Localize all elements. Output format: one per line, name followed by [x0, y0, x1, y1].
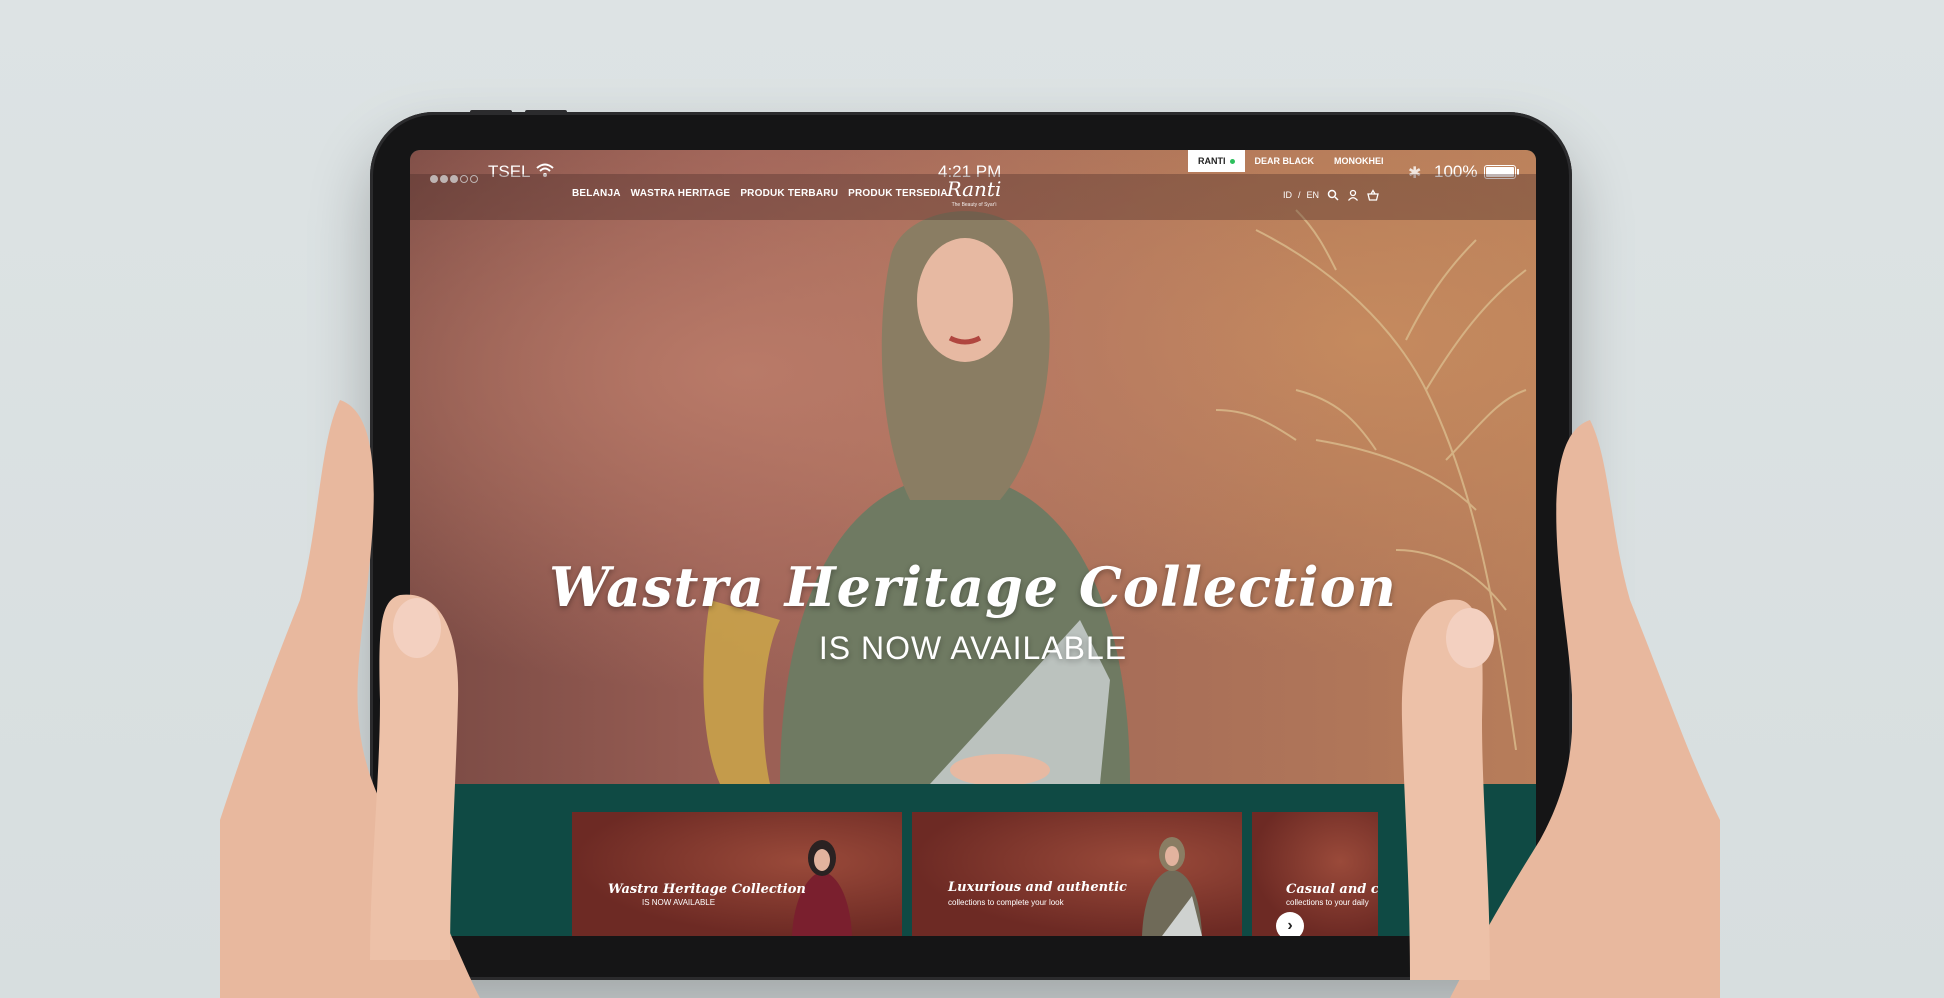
main-nav: BELANJA WASTRA HERITAGE PRODUK TERBARU P… [410, 174, 1536, 220]
card-model-image [1142, 837, 1202, 936]
brand-tab-dear-black[interactable]: DEAR BLACK [1245, 150, 1325, 172]
hero-title: Wastra Heritage Collection [549, 555, 1397, 619]
lang-separator: / [1298, 190, 1301, 200]
card-title: Casual and com [1286, 882, 1378, 897]
card-subtitle: IS NOW AVAILABLE [642, 898, 716, 907]
logo-tagline: The Beauty of Syar'i [951, 202, 997, 208]
model-figure [703, 211, 1130, 784]
search-icon[interactable] [1327, 189, 1339, 201]
card-title: Luxurious and authentic [948, 880, 1127, 895]
carousel-card[interactable]: Luxurious and authentic collections to c… [912, 812, 1242, 936]
carousel-card[interactable]: Wastra Heritage Collection IS NOW AVAILA… [572, 812, 902, 936]
card-subtitle: collections to complete your look [948, 898, 1064, 907]
hero-banner[interactable]: Wastra Heritage Collection IS NOW AVAILA… [410, 150, 1536, 784]
chevron-right-icon: › [1287, 917, 1293, 934]
nav-utilities: ID / EN [1283, 189, 1379, 201]
card-title: Wastra Heritage Collection [608, 882, 806, 897]
carousel-next-button[interactable]: › [1276, 912, 1304, 936]
nav-link-belanja[interactable]: BELANJA [572, 188, 621, 199]
hero-subtitle: IS NOW AVAILABLE [818, 630, 1128, 666]
nav-link-produk-terbaru[interactable]: PRODUK TERBARU [740, 188, 838, 199]
tablet-screen: Wastra Heritage Collection IS NOW AVAILA… [410, 150, 1536, 936]
lang-en[interactable]: EN [1307, 190, 1320, 200]
card-subtitle: collections to your daily [1286, 898, 1369, 907]
collection-carousel: Wastra Heritage Collection IS NOW AVAILA… [472, 784, 1454, 936]
language-switcher: ID / EN [1283, 190, 1319, 200]
user-icon[interactable] [1347, 189, 1359, 201]
brand-tabs: RANTI DEAR BLACK MONOKHEI [1188, 150, 1394, 172]
nav-links: BELANJA WASTRA HERITAGE PRODUK TERBARU P… [572, 188, 948, 199]
brand-tab-monokhei[interactable]: MONOKHEI [1324, 150, 1394, 172]
brand-tab-ranti[interactable]: RANTI [1188, 150, 1245, 172]
device-button [525, 110, 567, 114]
logo-text: Ranti [946, 177, 1002, 201]
carousel-card[interactable]: Casual and com collections to your daily [1252, 812, 1378, 936]
device-button [470, 110, 512, 114]
brand-logo[interactable]: Ranti The Beauty of Syar'i [944, 178, 1004, 208]
nav-link-produk-tersedia[interactable]: PRODUK TERSEDIA [848, 188, 948, 199]
right-hand [1401, 420, 1720, 998]
brand-tab-label: RANTI [1198, 156, 1226, 166]
active-dot-icon [1229, 158, 1235, 164]
basket-icon[interactable] [1367, 189, 1379, 201]
left-hand [220, 400, 480, 998]
nav-link-wastra-heritage[interactable]: WASTRA HERITAGE [631, 188, 731, 199]
lang-id[interactable]: ID [1283, 190, 1292, 200]
